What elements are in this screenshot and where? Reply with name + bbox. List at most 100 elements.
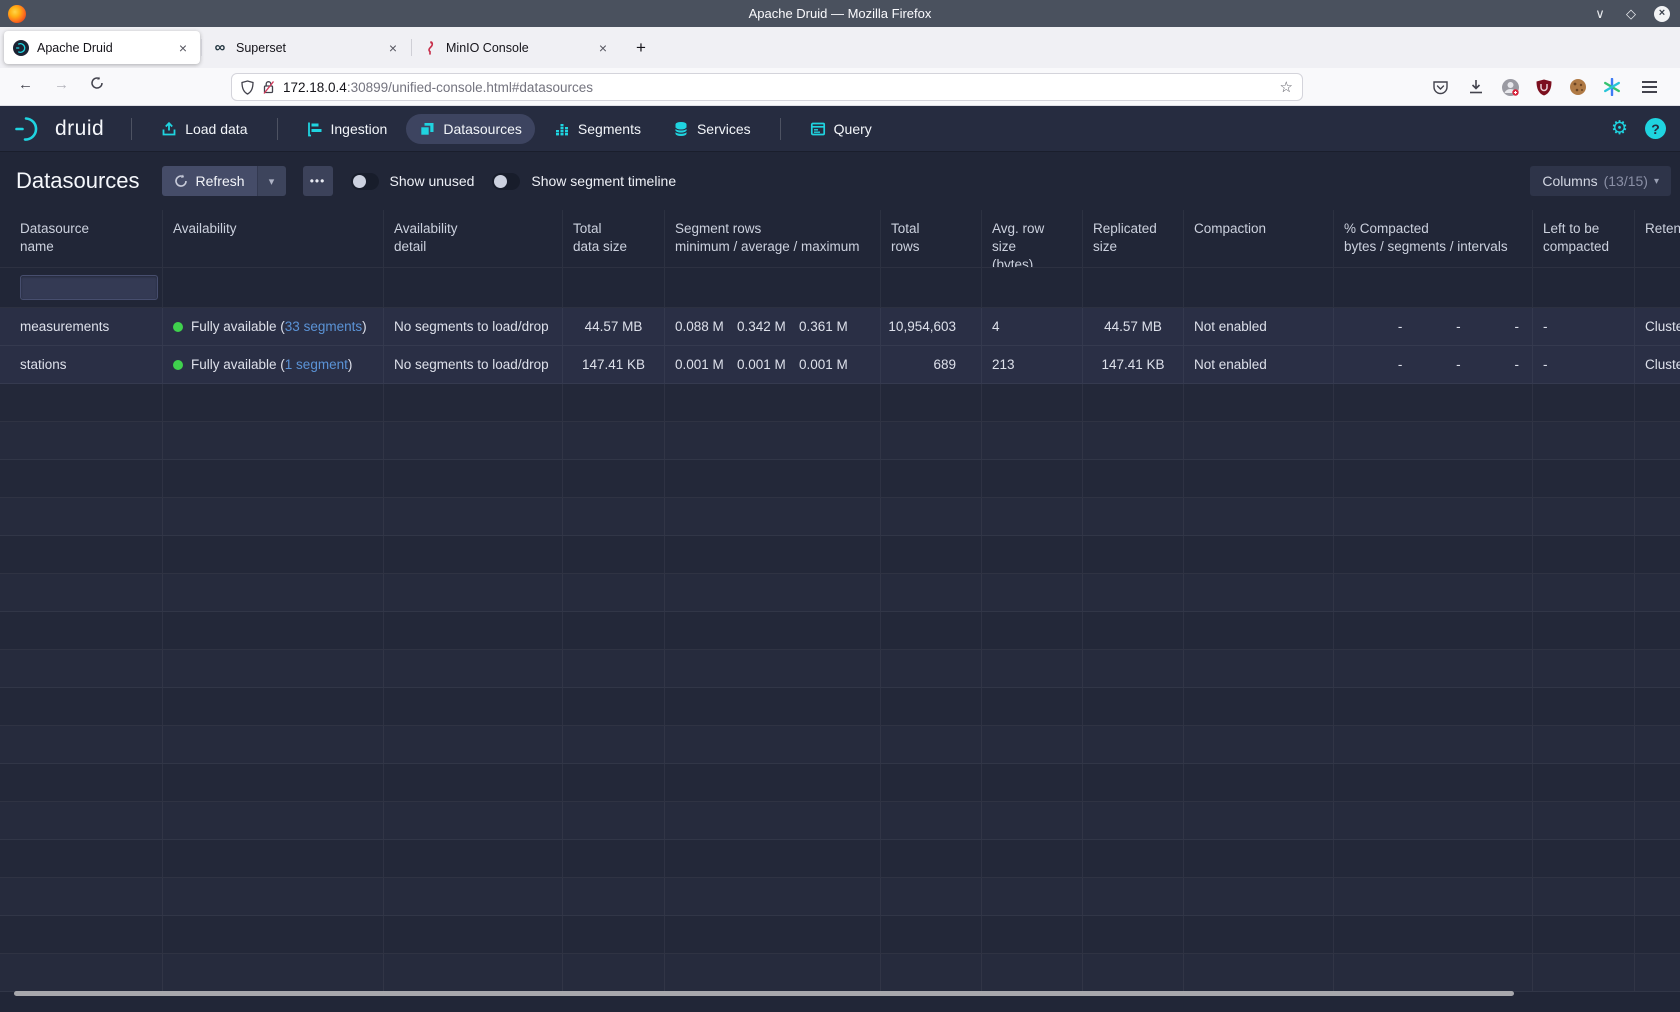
column-header[interactable]: % Compactedbytes / segments / intervals: [1334, 210, 1533, 267]
datasource-name-filter-input[interactable]: [20, 275, 158, 300]
empty-cell: [881, 460, 982, 497]
settings-gear-icon[interactable]: ⚙: [1611, 119, 1628, 138]
empty-cell: [1635, 612, 1680, 649]
column-header[interactable]: Segment rowsminimum / average / maximum: [665, 210, 881, 267]
nav-item-segments[interactable]: Segments: [541, 114, 654, 144]
bookmark-star-icon[interactable]: ☆: [1280, 78, 1293, 96]
empty-cell: [1533, 574, 1635, 611]
empty-cell: [665, 802, 881, 839]
horizontal-scrollbar[interactable]: [14, 991, 1514, 996]
tab-superset[interactable]: ∞ Superset ×: [203, 31, 410, 64]
empty-cell: [1083, 460, 1184, 497]
retention-cell[interactable]: Cluster default: [1635, 308, 1680, 345]
show-unused-label: Show unused: [390, 173, 475, 189]
nav-item-datasources[interactable]: Datasources: [406, 114, 535, 144]
load-data-icon: [161, 121, 177, 137]
empty-cell: [881, 840, 982, 877]
compaction-cell[interactable]: Not enabled: [1184, 308, 1334, 345]
total-rows-cell: 10,954,603: [881, 308, 982, 345]
left-to-be-compacted-cell: -: [1533, 308, 1635, 345]
filter-cell: [881, 268, 982, 307]
table-row-stations: stations Fully available (1 segment) No …: [0, 346, 1680, 384]
datasource-name-cell[interactable]: measurements: [0, 308, 163, 345]
empty-cell: [1083, 612, 1184, 649]
window-minimize-button[interactable]: ∨: [1592, 6, 1608, 22]
shield-icon[interactable]: [241, 80, 254, 95]
empty-cell: [384, 954, 563, 991]
column-header[interactable]: Datasourcename: [0, 210, 163, 267]
column-header[interactable]: Left to becompacted: [1533, 210, 1635, 267]
segments-link[interactable]: 33 segments: [285, 319, 362, 334]
empty-cell: [1184, 574, 1334, 611]
ublock-icon[interactable]: [1533, 76, 1555, 98]
druid-logo[interactable]: druid: [14, 115, 104, 143]
empty-cell: [1533, 650, 1635, 687]
table-row-empty: [0, 764, 1680, 802]
column-header[interactable]: Compaction: [1184, 210, 1334, 267]
back-button[interactable]: ←: [18, 76, 33, 93]
empty-cell: [384, 612, 563, 649]
tab-title: MinIO Console: [446, 41, 595, 55]
empty-cell: [1184, 384, 1334, 421]
total-data-size-cell: 147.41 KB: [563, 346, 665, 383]
empty-cell: [881, 384, 982, 421]
column-header[interactable]: Avg. row size(bytes): [982, 210, 1083, 267]
tab-minio-console[interactable]: MinIO Console ×: [413, 31, 620, 64]
nav-item-ingestion[interactable]: Ingestion: [294, 114, 401, 144]
show-segment-timeline-toggle[interactable]: [492, 173, 520, 190]
column-header[interactable]: Availability: [163, 210, 384, 267]
tab-close-icon[interactable]: ×: [595, 39, 611, 57]
empty-cell: [163, 574, 384, 611]
extension-account-icon[interactable]: [1499, 76, 1521, 98]
column-header[interactable]: Totalrows: [881, 210, 982, 267]
empty-cell: [1533, 916, 1635, 953]
nav-item-load-data[interactable]: Load data: [148, 114, 260, 144]
downloads-icon[interactable]: [1465, 76, 1487, 98]
empty-cell: [0, 422, 163, 459]
new-tab-button[interactable]: +: [626, 33, 656, 63]
refresh-button[interactable]: Refresh: [162, 166, 257, 196]
toggle-knob: [353, 175, 366, 188]
column-header[interactable]: Replicatedsize: [1083, 210, 1184, 267]
compaction-cell[interactable]: Not enabled: [1184, 346, 1334, 383]
refresh-dropdown-button[interactable]: ▾: [257, 166, 286, 196]
column-header[interactable]: Retention: [1635, 210, 1680, 267]
column-header[interactable]: Totaldata size: [563, 210, 665, 267]
forward-button[interactable]: →: [54, 76, 69, 93]
columns-picker-button[interactable]: Columns (13/15) ▾: [1530, 166, 1671, 196]
empty-cell: [1635, 422, 1680, 459]
retention-cell[interactable]: Cluster default: [1635, 346, 1680, 383]
navbar-divider: [131, 118, 132, 140]
ingestion-icon: [307, 121, 323, 137]
empty-cell: [881, 802, 982, 839]
column-header[interactable]: Availabilitydetail: [384, 210, 563, 267]
tab-close-icon[interactable]: ×: [175, 39, 191, 57]
tab-apache-druid[interactable]: Apache Druid ×: [4, 31, 200, 64]
empty-cell: [1533, 802, 1635, 839]
menu-hamburger-icon[interactable]: [1638, 76, 1660, 98]
segments-link[interactable]: 1 segment: [285, 357, 348, 372]
reload-button[interactable]: [90, 76, 104, 90]
replicated-size-cell: 44.57 MB: [1083, 308, 1184, 345]
pocket-icon[interactable]: [1429, 76, 1451, 98]
window-maximize-button[interactable]: ◇: [1623, 6, 1639, 22]
help-icon[interactable]: ?: [1645, 118, 1666, 139]
empty-cell: [163, 726, 384, 763]
url-bar[interactable]: 172.18.0.4:30899/unified-console.html#da…: [231, 73, 1303, 101]
cookie-extension-icon[interactable]: [1567, 76, 1589, 98]
more-actions-button[interactable]: •••: [303, 166, 333, 196]
nav-item-services[interactable]: Services: [660, 114, 764, 144]
window-close-button[interactable]: ×: [1654, 6, 1670, 22]
asterisk-extension-icon[interactable]: [1601, 76, 1623, 98]
insecure-lock-icon[interactable]: [262, 80, 275, 95]
segments-icon: [554, 121, 570, 137]
empty-cell: [1083, 536, 1184, 573]
datasource-name-cell[interactable]: stations: [0, 346, 163, 383]
empty-cell: [384, 422, 563, 459]
tab-close-icon[interactable]: ×: [385, 39, 401, 57]
nav-item-query[interactable]: Query: [797, 114, 885, 144]
empty-cell: [163, 384, 384, 421]
show-unused-toggle[interactable]: [351, 173, 379, 190]
empty-cell: [563, 422, 665, 459]
empty-cell: [384, 650, 563, 687]
